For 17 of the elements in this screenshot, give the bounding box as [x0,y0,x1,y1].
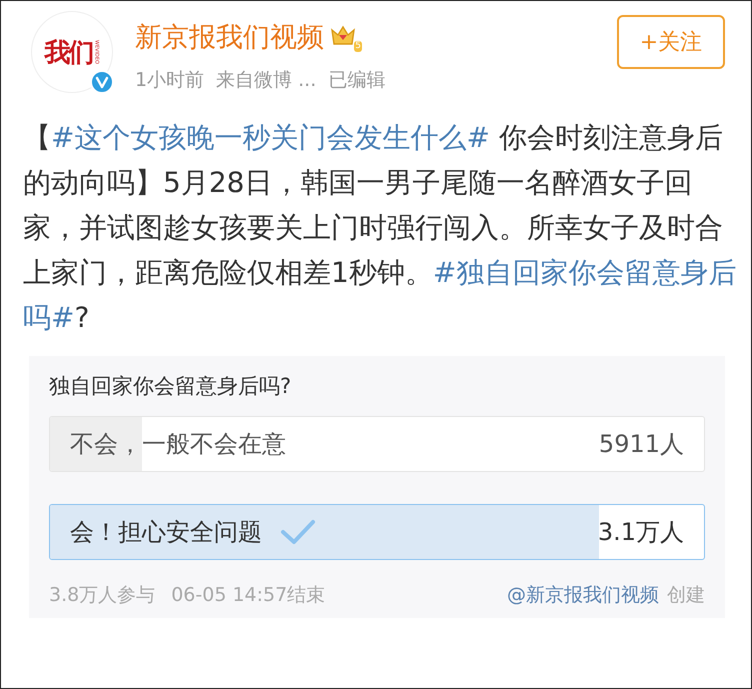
post-source: 来自微博 ... [216,68,316,93]
post-time: 1小时前 [135,68,204,93]
created-label: 创建 [667,583,705,608]
avatar-logo: 我们 [44,36,92,70]
option-label: 会！担心安全问题 [70,517,262,548]
creator-link[interactable]: @新京报我们视频 [507,582,659,608]
vote-count: 3.1万人 [598,517,684,548]
end-time: 06-05 14:57结束 [171,583,326,608]
participant-count: 3.8万人参与 [49,583,156,608]
option-label: 不会，一般不会在意 [70,429,286,460]
poll-question: 独自回家你会留意身后吗? [49,373,292,400]
poll-option[interactable]: 不会，一般不会在意 5911人 [49,416,705,472]
poll-option[interactable]: 会！担心安全问题 3.1万人 [49,504,705,560]
post-text: 【#这个女孩晚一秒关门会发生什么# 你会时刻注意身后的动向吗】5月28日，韩国一男子尾随一名醉酒女子回家，并试图趁女孩要关上门时强行闯入。所幸女子及时合上家门，距离危险仅相差1秒钟。#独自回家你会留意身后吗#? [23,120,737,336]
check-icon [280,519,316,545]
vote-count: 5911人 [598,429,684,460]
edited-label: 已编辑 [328,68,386,93]
